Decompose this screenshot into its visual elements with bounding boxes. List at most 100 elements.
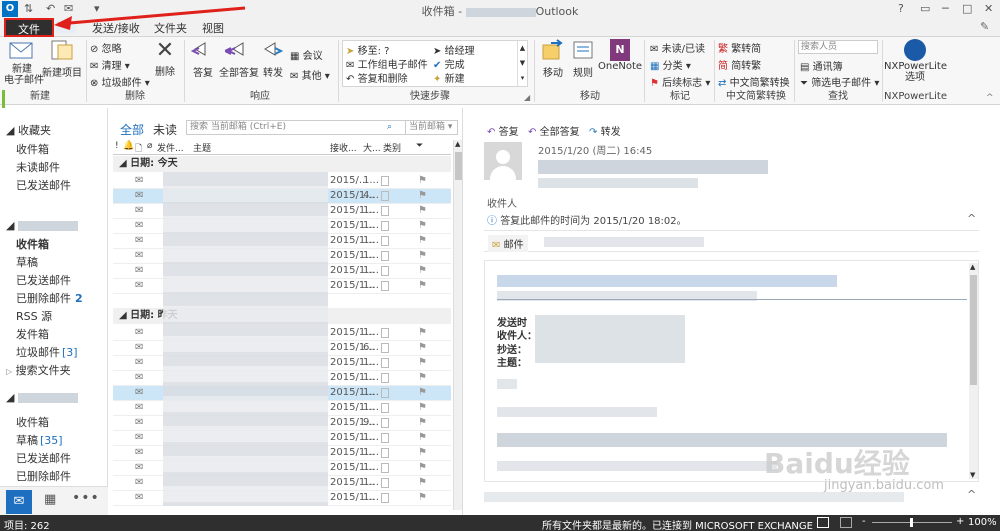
minimize-icon[interactable]: ─: [942, 2, 949, 15]
pin-icon[interactable]: ✎: [980, 20, 989, 33]
reading-reply-all-button[interactable]: ↶ 全部答复: [528, 123, 580, 138]
fav-unread[interactable]: 未读邮件: [16, 159, 60, 175]
row-category-box[interactable]: [381, 478, 389, 488]
folder-outbox[interactable]: 发件箱: [16, 326, 49, 342]
rules-button[interactable]: 规则: [570, 39, 596, 79]
row-category-box[interactable]: [381, 236, 389, 246]
quickstep-to-manager[interactable]: ➤ 给经理: [433, 42, 475, 57]
search-icon[interactable]: ⌕: [387, 121, 392, 134]
quickstep-team-email[interactable]: ✉ 工作组电子邮件: [346, 56, 428, 71]
row-category-box[interactable]: [381, 251, 389, 261]
onenote-button[interactable]: N OneNote: [598, 39, 642, 72]
row-flag-icon[interactable]: ⚑: [418, 280, 427, 291]
row-category-box[interactable]: [381, 493, 389, 503]
account-header[interactable]: ◢: [6, 219, 78, 232]
row-flag-icon[interactable]: ⚑: [418, 190, 427, 201]
help-icon[interactable]: ?: [898, 2, 904, 15]
to-simp-button[interactable]: 简 简转繁: [718, 57, 761, 72]
row-flag-icon[interactable]: ⚑: [418, 357, 427, 368]
row-flag-icon[interactable]: ⚑: [418, 477, 427, 488]
row-flag-icon[interactable]: ⚑: [418, 402, 427, 413]
icon-col-icon[interactable]: 🗋: [135, 141, 142, 157]
folder-deleted[interactable]: 已删除邮件 2: [16, 290, 83, 306]
row-category-box[interactable]: [381, 328, 389, 338]
reply-button[interactable]: 答复: [189, 39, 217, 79]
row-category-box[interactable]: [381, 373, 389, 383]
fav-inbox[interactable]: 收件箱: [16, 141, 49, 157]
col-subject[interactable]: 主题: [193, 141, 211, 154]
people-pane-expand-icon[interactable]: ^: [967, 488, 976, 501]
message-list-scrollbar[interactable]: ▲: [453, 140, 462, 510]
collapse-ribbon-icon[interactable]: ^: [986, 93, 994, 103]
calendar-nav-icon[interactable]: ▦: [44, 492, 56, 507]
body-scroll-thumb[interactable]: [970, 275, 977, 385]
reading-view-icon[interactable]: [840, 517, 852, 528]
row-flag-icon[interactable]: ⚑: [418, 417, 427, 428]
attachment-chip[interactable]: ✉ 邮件: [488, 235, 528, 252]
importance-col-icon[interactable]: !: [115, 141, 119, 151]
attachment-col-icon[interactable]: ⌀: [147, 141, 152, 151]
zoom-out-icon[interactable]: -: [862, 516, 866, 527]
search-people-input[interactable]: 搜索人员: [798, 40, 878, 54]
row-flag-icon[interactable]: ⚑: [418, 220, 427, 231]
more-nav-icon[interactable]: •••: [72, 490, 100, 506]
header-collapse-icon[interactable]: ^: [967, 212, 976, 225]
search-scope[interactable]: 当前邮箱 ▾: [405, 121, 452, 134]
row-flag-icon[interactable]: ⚑: [418, 327, 427, 338]
scrollbar-up-icon[interactable]: ▲: [455, 140, 460, 148]
quickstep-reply-delete[interactable]: ↶ 答复和删除: [346, 70, 408, 85]
normal-view-icon[interactable]: [817, 517, 829, 528]
address-book-button[interactable]: ▤ 通讯簿: [800, 58, 843, 73]
row-category-box[interactable]: [381, 358, 389, 368]
row-flag-icon[interactable]: ⚑: [418, 447, 427, 458]
row-category-box[interactable]: [381, 206, 389, 216]
dialog-launcher-icon[interactable]: ◢: [524, 93, 530, 102]
row-flag-icon[interactable]: ⚑: [418, 205, 427, 216]
row-flag-icon[interactable]: ⚑: [418, 462, 427, 473]
folder2-sent[interactable]: 已发送邮件: [16, 450, 71, 466]
row-category-box[interactable]: [381, 191, 389, 201]
to-trad-button[interactable]: 繁 繁转简: [718, 40, 761, 55]
filter-unread[interactable]: 未读: [153, 121, 177, 138]
row-category-box[interactable]: [381, 266, 389, 276]
folder-rss[interactable]: RSS 源: [16, 308, 52, 324]
folder2-inbox[interactable]: 收件箱: [16, 414, 49, 430]
flag-col-icon[interactable]: ⏷: [416, 141, 423, 151]
row-flag-icon[interactable]: ⚑: [418, 342, 427, 353]
body-scroll-down-icon[interactable]: ▼: [970, 471, 975, 479]
maximize-icon[interactable]: □: [962, 2, 972, 15]
quickstep-move-to[interactable]: ➤ 移至: ?: [346, 42, 389, 57]
search-box[interactable]: 搜索 当前邮箱 (Ctrl+E) ⌕ 当前邮箱 ▾: [186, 120, 458, 135]
zoom-in-icon[interactable]: +: [956, 516, 964, 527]
restore-ribbon-icon[interactable]: ▭: [920, 2, 930, 15]
folder-sent[interactable]: 已发送邮件: [16, 272, 71, 288]
cleanup-button[interactable]: ✉ 清理 ▾: [90, 57, 130, 72]
body-scrollbar[interactable]: ▲ ▼: [969, 263, 978, 479]
favorites-header[interactable]: ◢ 收藏夹: [6, 122, 51, 138]
row-category-box[interactable]: [381, 418, 389, 428]
col-from[interactable]: 发件...: [157, 141, 184, 154]
row-category-box[interactable]: [381, 433, 389, 443]
folder2-drafts[interactable]: 草稿 [35]: [16, 432, 63, 448]
folder-search[interactable]: ▷ 搜索文件夹: [6, 362, 71, 378]
folder-junk[interactable]: 垃圾邮件 [3]: [16, 344, 78, 360]
reading-forward-button[interactable]: ↷ 转发: [589, 123, 621, 138]
ignore-button[interactable]: ⊘ 忽略: [90, 40, 122, 55]
more-respond-button[interactable]: ✉ 其他 ▾: [290, 67, 330, 82]
col-size[interactable]: 大...: [363, 141, 381, 154]
quickstep-create-new[interactable]: ✦ 新建: [433, 70, 465, 85]
scrollbar-thumb[interactable]: [455, 152, 462, 180]
quickstep-done[interactable]: ✔ 完成: [433, 56, 465, 71]
mail-nav-button[interactable]: ✉: [6, 490, 32, 514]
row-flag-icon[interactable]: ⚑: [418, 265, 427, 276]
zoom-thumb[interactable]: [910, 518, 913, 527]
reading-reply-button[interactable]: ↶ 答复: [487, 123, 519, 138]
col-category[interactable]: 类别: [383, 141, 401, 154]
filter-all[interactable]: 全部: [120, 121, 144, 138]
row-category-box[interactable]: [381, 221, 389, 231]
reply-all-button[interactable]: 全部答复: [218, 39, 260, 79]
fav-sent[interactable]: 已发送邮件: [16, 177, 71, 193]
row-category-box[interactable]: [381, 463, 389, 473]
unread-read-button[interactable]: ✉ 未读/已读: [650, 40, 705, 55]
body-scroll-up-icon[interactable]: ▲: [970, 263, 975, 271]
